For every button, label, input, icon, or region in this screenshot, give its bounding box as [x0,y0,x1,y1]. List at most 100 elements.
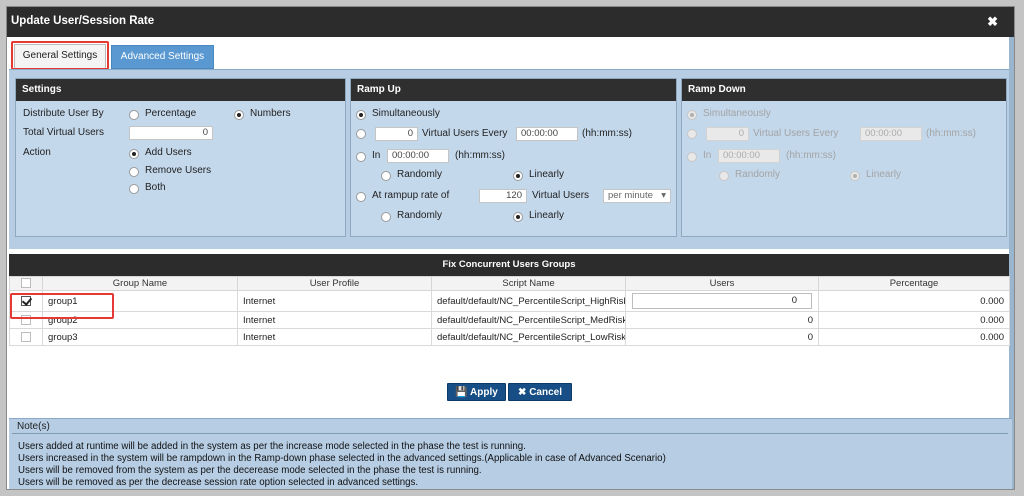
col-user-profile[interactable]: User Profile [237,276,432,291]
cancel-label: Cancel [529,387,562,398]
background-page: Update User/Session Rate ✖ General Setti… [0,0,1024,496]
rampdown-hhmmss-label: (hh:mm:ss) [926,128,976,139]
numbers-label: Numbers [250,108,291,119]
col-group-name[interactable]: Group Name [42,276,238,291]
rampup-virtual-users-label: Virtual Users [532,190,590,201]
rampdown-simultaneously-radio[interactable] [687,110,697,120]
rampup-rate-randomly-radio[interactable] [381,212,391,222]
both-radio[interactable] [129,184,139,194]
rampdown-randomly-label: Randomly [735,169,781,180]
total-virtual-users-input[interactable]: 0 [129,126,213,140]
table-row[interactable]: group3 Internet default/default/NC_Perce… [9,328,1010,346]
rampup-simultaneously-label: Simultaneously [372,108,440,119]
rampup-simultaneously-radio[interactable] [356,110,366,120]
distribute-label: Distribute User By [23,108,104,119]
rampup-every-time-input[interactable]: 00:00:00 [516,127,578,141]
users-cell[interactable]: 0 [625,311,819,329]
rampup-users-input[interactable]: 0 [375,127,418,141]
dialog-title-bar: Update User/Session Rate ✖ [7,7,1014,37]
close-x-icon: ✖ [518,387,527,398]
apply-button[interactable]: 💾 Apply [447,383,506,401]
percentage-radio[interactable] [129,110,139,120]
col-percentage[interactable]: Percentage [818,276,1010,291]
rampup-users-every-radio[interactable] [356,129,366,139]
rampdown-users-every-radio[interactable] [687,129,697,139]
rampdown-in-hhmmss-label: (hh:mm:ss) [786,150,836,161]
note-line: Users will be removed from the system as… [18,465,482,476]
table-header-row: Group Name User Profile Script Name User… [9,276,1010,291]
user-profile-cell: Internet [237,328,432,346]
save-icon: 💾 [455,387,468,398]
rampup-in-time-input[interactable]: 00:00:00 [387,149,449,163]
col-users[interactable]: Users [625,276,819,291]
cancel-button[interactable]: ✖ Cancel [508,383,572,401]
table-row[interactable]: group1 Internet default/default/NC_Perce… [9,290,1010,312]
remove-users-label: Remove Users [145,165,212,176]
rampdown-randomly-radio[interactable] [719,171,729,181]
user-profile-cell: Internet [237,311,432,329]
users-cell[interactable]: 0 [625,290,819,312]
general-tab-highlight-box [11,41,109,70]
row-checkbox-cell[interactable] [9,328,43,346]
settings-panel: Settings Distribute User By Percentage N… [15,78,346,237]
percentage-cell: 0.000 [818,328,1010,346]
dialog-title: Update User/Session Rate [11,15,155,27]
total-virtual-users-label: Total Virtual Users [23,127,104,138]
select-all-checkbox[interactable] [21,278,31,289]
group-name-cell: group3 [42,328,238,346]
rampdown-users-input[interactable]: 0 [706,127,749,141]
groups-table: Group Name User Profile Script Name User… [9,276,1010,346]
close-icon[interactable]: ✖ [987,14,998,30]
rampup-in-randomly-radio[interactable] [381,171,391,181]
rampup-rate-input[interactable]: 120 [479,189,527,203]
rampup-rate-linearly-label: Linearly [529,210,565,221]
rampdown-simultaneously-label: Simultaneously [703,108,771,119]
rampdown-every-time-input[interactable]: 00:00:00 [860,127,922,141]
rampup-per-select[interactable]: per minute ▾ [603,189,671,203]
script-name-cell: default/default/NC_PercentileScript_High… [431,290,626,312]
notes-legend: Note(s) [17,421,50,432]
rampup-rate-linearly-radio[interactable] [513,212,523,222]
add-users-radio[interactable] [129,149,139,159]
add-users-label: Add Users [145,147,192,158]
ramp-down-header: Ramp Down [682,79,1006,101]
script-name-cell: default/default/NC_PercentileScript_MedR… [431,311,626,329]
rampup-rate-label: At rampup rate of [372,190,450,201]
script-name-cell: default/default/NC_PercentileScript_LowR… [431,328,626,346]
rampdown-in-radio[interactable] [687,152,697,162]
action-label: Action [23,147,51,158]
select-all-header[interactable] [9,276,43,291]
apply-label: Apply [470,387,498,398]
remove-users-radio[interactable] [129,167,139,177]
rampup-in-radio[interactable] [356,152,366,162]
settings-area: Settings Distribute User By Percentage N… [9,69,1009,249]
user-profile-cell: Internet [237,290,432,312]
rampup-in-linearly-radio[interactable] [513,171,523,181]
rampdown-in-time-input[interactable]: 00:00:00 [718,149,780,163]
users-cell[interactable]: 0 [625,328,819,346]
col-script-name[interactable]: Script Name [431,276,626,291]
users-input[interactable]: 0 [632,293,812,309]
ramp-up-panel: Ramp Up Simultaneously 0 Virtual Users E… [350,78,677,237]
rampdown-in-label: In [703,150,712,161]
percentage-cell: 0.000 [818,311,1010,329]
rampdown-linearly-label: Linearly [866,169,902,180]
chevron-down-icon: ▾ [661,190,666,201]
update-session-rate-dialog: Update User/Session Rate ✖ General Setti… [6,6,1015,490]
rampup-rate-radio[interactable] [356,192,366,202]
note-line: Users added at runtime will be added in … [18,441,526,452]
notes-section: Note(s) Users added at runtime will be a… [9,418,1012,489]
ramp-up-header: Ramp Up [351,79,676,101]
rampdown-linearly-radio[interactable] [850,171,860,181]
table-row[interactable]: group2 Internet default/default/NC_Perce… [9,311,1010,329]
note-line: Users increased in the system will be ra… [18,453,666,464]
numbers-radio[interactable] [234,110,244,120]
notes-box: Users added at runtime will be added in … [12,433,1008,489]
rampup-rate-randomly-label: Randomly [397,210,443,221]
rampdown-users-every-label: Virtual Users Every [753,128,839,139]
rampup-hhmmss-label: (hh:mm:ss) [582,128,632,139]
tab-advanced-settings[interactable]: Advanced Settings [111,45,214,69]
rampup-in-hhmmss-label: (hh:mm:ss) [455,150,505,161]
group1-highlight-box [10,293,114,319]
row-checkbox[interactable] [21,331,31,342]
